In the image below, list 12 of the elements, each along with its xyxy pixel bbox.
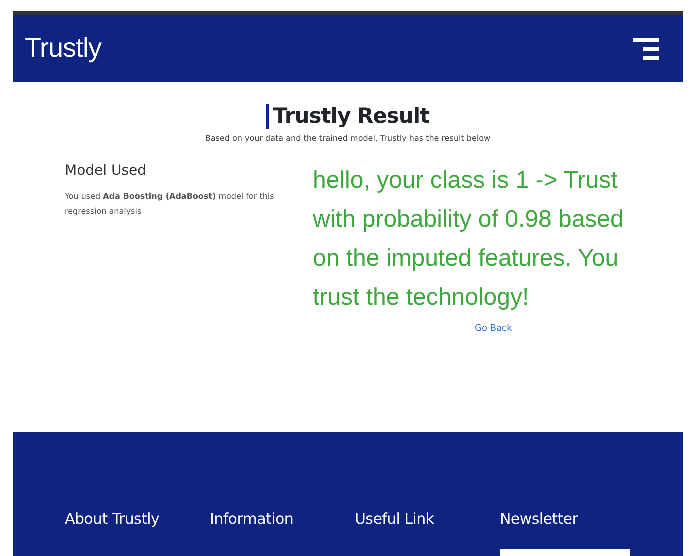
result-text: hello, your class is 1 -> Trust with probability of 0.98 based on the imputed features. You trust the technology! [313,166,625,314]
menu-icon[interactable] [633,38,659,60]
subtitle: Based on your data and the trained model, Trustly has the result below [205,133,491,146]
section-heading: Model Used [65,162,148,182]
page-title: Trustly Result [266,104,430,130]
footer-heading: Useful Link [355,509,436,530]
brand-logo[interactable]: Trustly [25,28,102,69]
footer-heading: About Trustly [65,509,161,530]
footer-heading: Newsletter [500,509,580,530]
footer-heading: Information [210,509,295,530]
model-description: You used Ada Boosting (AdaBoost) model for this regression analysis [65,191,276,218]
go-back-link[interactable]: Go Back [475,324,512,334]
